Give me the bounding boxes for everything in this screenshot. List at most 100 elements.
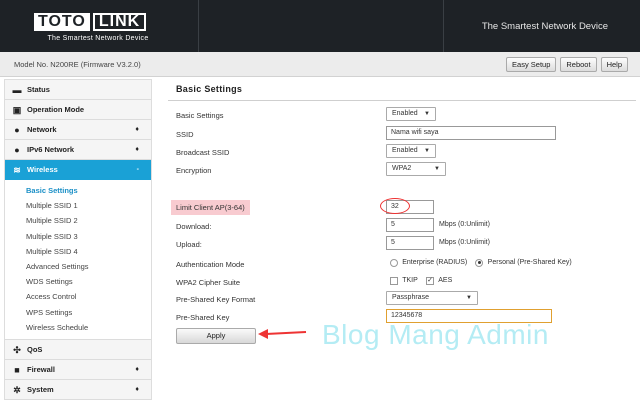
annotation-circle	[380, 198, 410, 214]
caret-down-icon: ▼	[424, 148, 430, 154]
lock-icon: ■	[14, 364, 20, 375]
row-upload: Upload: 5 Mbps (0:Unlimit)	[168, 236, 628, 254]
brand-logo[interactable]: TOTO LINK The Smartest Network Device	[34, 12, 162, 46]
model-info: Model No. N200RE (Firmware V3.2.0)	[14, 60, 141, 69]
caret-down-icon: ▼	[424, 111, 430, 117]
sidebar-item-network[interactable]: ● Network ♦	[5, 120, 151, 140]
row-download: Download: 5 Mbps (0:Unlimit)	[168, 218, 628, 236]
row-basic-settings: Basic Settings Enabled ▼	[168, 107, 628, 125]
submenu-multiple-ssid-2[interactable]: Multiple SSID 2	[5, 213, 151, 228]
sidebar-item-label: Wireless	[27, 165, 58, 174]
row-auth-mode: Authentication Mode Enterprise (RADIUS) …	[168, 256, 628, 274]
sidebar-item-operation-mode[interactable]: ▣ Operation Mode	[5, 100, 151, 120]
annotation-arrow-icon	[258, 329, 307, 339]
label-basic-settings: Basic Settings	[176, 111, 224, 120]
submenu-wds-settings[interactable]: WDS Settings	[5, 274, 151, 289]
monitor-icon: ▬	[12, 85, 22, 95]
qos-icon: ✣	[13, 344, 21, 355]
select-value: Enabled	[392, 110, 418, 117]
logo-text-right: LINK	[92, 13, 147, 31]
expand-icon: ♦	[135, 365, 139, 373]
model-bar: Model No. N200RE (Firmware V3.2.0) Easy …	[0, 52, 640, 77]
radio-personal[interactable]	[475, 258, 484, 267]
submenu-wps-settings[interactable]: WPS Settings	[5, 305, 151, 320]
row-encryption: Encryption WPA2 ▼	[168, 162, 628, 180]
main-content: Basic Settings Basic Settings Enabled ▼ …	[168, 79, 636, 400]
submenu-multiple-ssid-3[interactable]: Multiple SSID 3	[5, 229, 151, 244]
reboot-button[interactable]: Reboot	[560, 57, 597, 72]
wireless-submenu: Basic Settings Multiple SSID 1 Multiple …	[5, 180, 151, 340]
globe-icon: ●	[14, 145, 20, 155]
page-title: Basic Settings	[168, 79, 636, 101]
row-psk-format: Pre-Shared Key Format Passphrase ▼	[168, 291, 628, 309]
easy-setup-button[interactable]: Easy Setup	[506, 57, 557, 72]
sidebar-item-label: Firewall	[27, 364, 55, 374]
select-value: WPA2	[392, 165, 412, 172]
collapse-icon: -	[136, 166, 139, 173]
caret-down-icon: ▼	[434, 166, 440, 172]
submenu-multiple-ssid-4[interactable]: Multiple SSID 4	[5, 244, 151, 259]
label-psk-format: Pre-Shared Key Format	[176, 295, 256, 304]
gear-icon: ✲	[13, 384, 21, 395]
radio-enterprise[interactable]	[390, 258, 398, 267]
checkbox-tkip[interactable]	[390, 276, 398, 285]
caret-down-icon: ▼	[466, 295, 472, 301]
sidebar-item-label: Status	[27, 85, 50, 94]
row-ssid: SSID Nama wifi saya	[168, 126, 628, 144]
sidebar-item-label: QoS	[27, 344, 43, 354]
arrow-shaft	[265, 331, 307, 335]
label-download: Download:	[176, 222, 212, 231]
select-value: Enabled	[392, 147, 418, 154]
cipher-group: TKIP ✓ AES	[390, 276, 458, 285]
checkbox-label: AES	[438, 277, 453, 285]
sidebar-item-label: IPv6 Network	[27, 145, 75, 154]
checkbox-aes[interactable]: ✓	[426, 276, 435, 285]
expand-icon: ♦	[135, 385, 139, 393]
help-button[interactable]: Help	[600, 57, 628, 72]
basic-settings-select[interactable]: Enabled ▼	[386, 107, 436, 121]
apply-button[interactable]: Apply	[176, 328, 256, 344]
upload-unit: Mbps (0:Unlimit)	[439, 239, 490, 246]
radio-label: Enterprise (RADIUS)	[402, 259, 468, 267]
radio-label: Personal (Pre-Shared Key)	[487, 259, 572, 267]
sidebar-item-ipv6-network[interactable]: ● IPv6 Network ♦	[5, 140, 151, 160]
submenu-wireless-schedule[interactable]: Wireless Schedule	[5, 320, 151, 335]
logo-tagline: The Smartest Network Device	[47, 35, 149, 42]
sidebar: ▬ Status ▣ Operation Mode ● Network ♦ ● …	[4, 79, 152, 400]
label-ssid: SSID	[176, 130, 194, 139]
header-divider	[198, 0, 444, 52]
sidebar-item-wireless[interactable]: ≋ Wireless -	[5, 160, 151, 180]
label-psk: Pre-Shared Key	[176, 313, 230, 322]
sidebar-item-firewall[interactable]: ■ Firewall ♦	[5, 360, 151, 380]
wifi-icon: ≋	[13, 165, 21, 175]
label-broadcast-ssid: Broadcast SSID	[176, 148, 230, 157]
sidebar-item-status[interactable]: ▬ Status	[5, 80, 151, 100]
sidebar-item-system[interactable]: ✲ System ♦	[5, 380, 151, 400]
sidebar-item-label: Network	[27, 125, 57, 134]
row-cipher-suite: WPA2 Cipher Suite TKIP ✓ AES	[168, 274, 628, 292]
encryption-select[interactable]: WPA2 ▼	[386, 162, 446, 176]
submenu-multiple-ssid-1[interactable]: Multiple SSID 1	[5, 198, 151, 213]
ssid-input[interactable]: Nama wifi saya	[386, 126, 556, 140]
sidebar-item-label: Operation Mode	[27, 105, 85, 114]
expand-icon: ♦	[135, 146, 139, 153]
download-unit: Mbps (0:Unlimit)	[439, 221, 490, 228]
checkbox-label: TKIP	[402, 277, 418, 285]
sidebar-item-qos[interactable]: ✣ QoS	[5, 340, 151, 360]
globe-icon: ●	[14, 125, 20, 135]
header-slogan: The Smartest Network Device	[481, 21, 608, 32]
label-auth-mode: Authentication Mode	[176, 260, 245, 269]
download-input[interactable]: 5	[386, 218, 434, 232]
logo-text-left: TOTO	[34, 13, 90, 31]
row-broadcast-ssid: Broadcast SSID Enabled ▼	[168, 144, 628, 162]
broadcast-ssid-select[interactable]: Enabled ▼	[386, 144, 436, 158]
submenu-basic-settings[interactable]: Basic Settings	[5, 183, 151, 198]
upload-input[interactable]: 5	[386, 236, 434, 250]
submenu-access-control[interactable]: Access Control	[5, 289, 151, 304]
submenu-advanced-settings[interactable]: Advanced Settings	[5, 259, 151, 274]
psk-format-select[interactable]: Passphrase ▼	[386, 291, 478, 305]
auth-mode-group: Enterprise (RADIUS) Personal (Pre-Shared…	[390, 258, 578, 267]
arrow-head	[258, 329, 268, 339]
label-cipher-suite: WPA2 Cipher Suite	[176, 278, 241, 287]
app-header: TOTO LINK The Smartest Network Device Th…	[0, 0, 640, 52]
